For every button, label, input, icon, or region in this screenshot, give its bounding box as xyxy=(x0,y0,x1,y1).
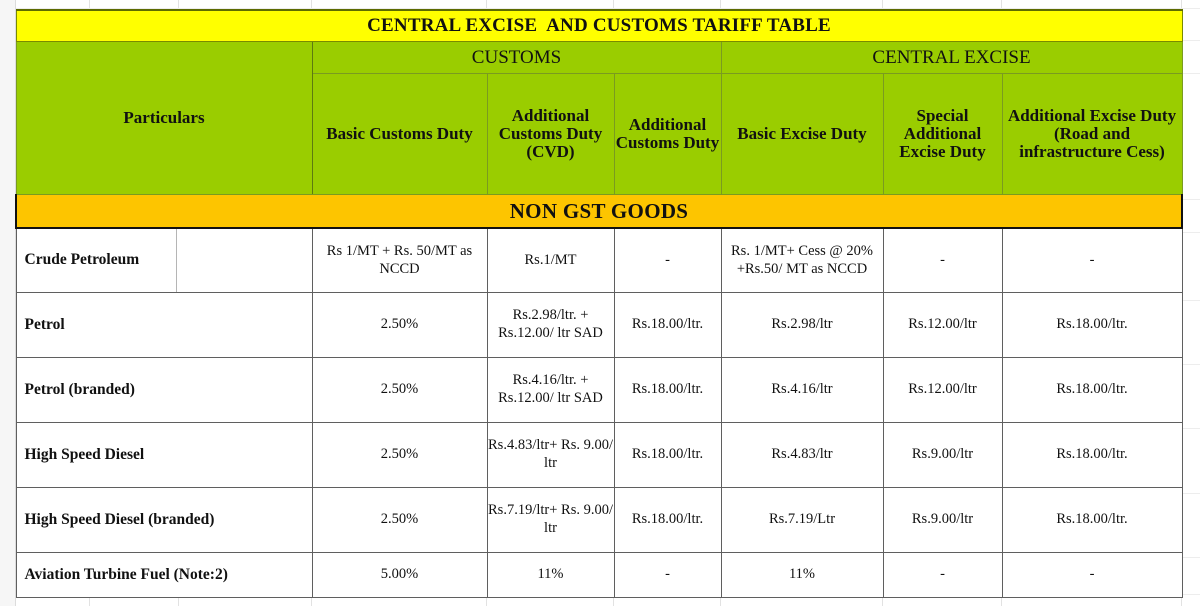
cell-special-additional-excise-duty: - xyxy=(882,227,1003,293)
cell-basic-customs-duty: 2.50% xyxy=(311,292,488,358)
cell-special-additional-excise-duty: - xyxy=(882,552,1003,598)
tariff-table: CENTRAL EXCISE AND CUSTOMS TARIFF TABLE … xyxy=(14,9,1184,598)
header-group-central-excise: CENTRAL EXCISE xyxy=(720,41,1183,74)
cell-basic-excise-duty: Rs.4.83/ltr xyxy=(720,422,884,488)
cell-additional-customs-duty: - xyxy=(613,227,722,293)
cell-additional-customs-duty: Rs.18.00/ltr. xyxy=(613,357,722,423)
header-basic-customs-duty: Basic Customs Duty xyxy=(311,73,488,195)
cell-special-additional-excise-duty: Rs.9.00/ltr xyxy=(882,487,1003,553)
cell-special-additional-excise-duty: Rs.9.00/ltr xyxy=(882,422,1003,488)
cell-basic-excise-duty: Rs.2.98/ltr xyxy=(720,292,884,358)
cell-additional-customs-duty: Rs.18.00/ltr. xyxy=(613,422,722,488)
cell-additional-customs-duty-cvd: 11% xyxy=(486,552,615,598)
section-band-row: NON GST GOODS xyxy=(14,194,1184,229)
cell-additional-customs-duty: Rs.18.00/ltr. xyxy=(613,487,722,553)
header-basic-excise-duty: Basic Excise Duty xyxy=(720,73,884,195)
cell-basic-customs-duty: 2.50% xyxy=(311,487,488,553)
cell-additional-customs-duty-cvd: Rs.2.98/ltr. + Rs.12.00/ ltr SAD xyxy=(486,292,615,358)
row-label-high-speed-diesel-branded: High Speed Diesel (branded) xyxy=(15,487,313,553)
table-row: Aviation Turbine Fuel (Note:2) 5.00% 11%… xyxy=(15,552,1183,598)
row-label-petrol-branded: Petrol (branded) xyxy=(15,357,313,423)
header-additional-customs-duty-cvd: Additional Customs Duty (CVD) xyxy=(486,73,615,195)
table-row: Crude Petroleum Rs 1/MT + Rs. 50/MT as N… xyxy=(15,227,1183,293)
cell-additional-excise-duty-road-cess: Rs.18.00/ltr. xyxy=(1001,292,1183,358)
table-row: Petrol 2.50% Rs.2.98/ltr. + Rs.12.00/ lt… xyxy=(15,292,1183,358)
cell-basic-customs-duty: 5.00% xyxy=(311,552,488,598)
cell-additional-customs-duty: Rs.18.00/ltr. xyxy=(613,292,722,358)
header-special-additional-excise-duty: Special Additional Excise Duty xyxy=(882,73,1003,195)
table-row: Petrol (branded) 2.50% Rs.4.16/ltr. + Rs… xyxy=(15,357,1183,423)
header-group-customs: CUSTOMS xyxy=(311,41,722,74)
cell-additional-excise-duty-road-cess: Rs.18.00/ltr. xyxy=(1001,357,1183,423)
cell-additional-excise-duty-road-cess: Rs.18.00/ltr. xyxy=(1001,487,1183,553)
cell-additional-customs-duty-cvd: Rs.4.83/ltr+ Rs. 9.00/ ltr xyxy=(486,422,615,488)
cell-basic-customs-duty: 2.50% xyxy=(311,357,488,423)
cell-special-additional-excise-duty: Rs.12.00/ltr xyxy=(882,357,1003,423)
cell-additional-excise-duty-road-cess: Rs.18.00/ltr. xyxy=(1001,422,1183,488)
cell-basic-customs-duty: Rs 1/MT + Rs. 50/MT as NCCD xyxy=(311,227,488,293)
cell-basic-excise-duty: Rs. 1/MT+ Cess @ 20% +Rs.50/ MT as NCCD xyxy=(720,227,884,293)
cell-additional-customs-duty-cvd: Rs.7.19/ltr+ Rs. 9.00/ ltr xyxy=(486,487,615,553)
table-row: High Speed Diesel (branded) 2.50% Rs.7.1… xyxy=(15,487,1183,553)
header-particulars: Particulars xyxy=(15,41,313,195)
cell-basic-excise-duty: Rs.4.16/ltr xyxy=(720,357,884,423)
row-label-aviation-turbine-fuel: Aviation Turbine Fuel (Note:2) xyxy=(15,552,313,598)
row-label-high-speed-diesel: High Speed Diesel xyxy=(15,422,313,488)
cell-additional-customs-duty-cvd: Rs.4.16/ltr. + Rs.12.00/ ltr SAD xyxy=(486,357,615,423)
cell-basic-customs-duty: 2.50% xyxy=(311,422,488,488)
cell-basic-excise-duty: 11% xyxy=(720,552,884,598)
cell-additional-customs-duty: - xyxy=(613,552,722,598)
row-label-spacer xyxy=(176,227,313,293)
cell-additional-customs-duty-cvd: Rs.1/MT xyxy=(486,227,615,293)
header-additional-customs-duty: Additional Customs Duty xyxy=(613,73,722,195)
header-additional-excise-duty-road-cess: Additional Excise Duty (Road and infrast… xyxy=(1001,73,1183,195)
title-row: CENTRAL EXCISE AND CUSTOMS TARIFF TABLE xyxy=(15,9,1183,42)
cell-additional-excise-duty-road-cess: - xyxy=(1001,227,1183,293)
section-band-non-gst-goods: NON GST GOODS xyxy=(14,194,1184,229)
spreadsheet-canvas: CENTRAL EXCISE AND CUSTOMS TARIFF TABLE … xyxy=(0,0,1200,606)
row-label-petrol: Petrol xyxy=(15,292,313,358)
cell-special-additional-excise-duty: Rs.12.00/ltr xyxy=(882,292,1003,358)
row-header-gutter xyxy=(0,0,16,606)
table-title: CENTRAL EXCISE AND CUSTOMS TARIFF TABLE xyxy=(15,9,1183,42)
cell-additional-excise-duty-road-cess: - xyxy=(1001,552,1183,598)
table-row: High Speed Diesel 2.50% Rs.4.83/ltr+ Rs.… xyxy=(15,422,1183,488)
row-label-crude-petroleum: Crude Petroleum xyxy=(15,227,177,293)
cell-basic-excise-duty: Rs.7.19/Ltr xyxy=(720,487,884,553)
group-header-row: Particulars CUSTOMS CENTRAL EXCISE xyxy=(15,41,1183,195)
